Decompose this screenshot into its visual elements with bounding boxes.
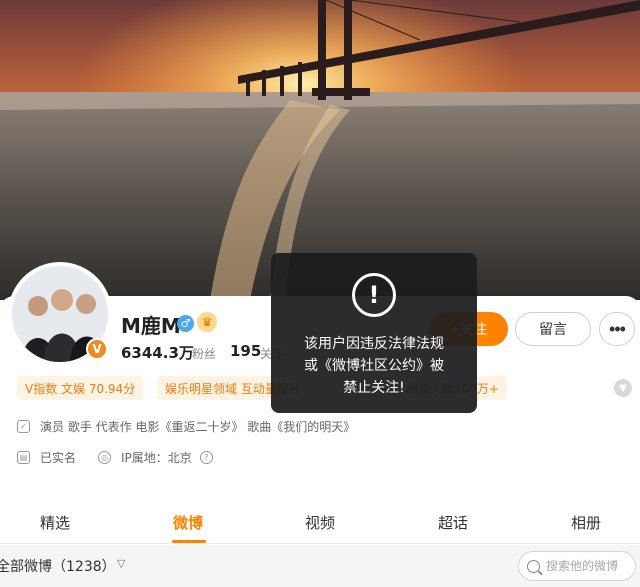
followers-count[interactable]: 6344.3万 bbox=[121, 342, 194, 363]
identity-row: ▤ 已实名 ◎ IP属地：北京 ? bbox=[17, 449, 223, 466]
warning-icon: ! bbox=[352, 273, 396, 317]
tab-super-topic[interactable]: 超话 bbox=[438, 512, 468, 533]
tag-v-index[interactable]: V指数 文娱 70.94分 bbox=[17, 376, 144, 400]
real-name-text: 已实名 bbox=[40, 451, 77, 465]
notice-line-2: 或《微博社区公约》被 bbox=[304, 358, 444, 374]
notice-line-1: 该用户因违反法律法规 bbox=[304, 336, 444, 352]
bio-row: ✓ 演员 歌手 代表作 电影《重返二十岁》 歌曲《我们的明天》 bbox=[17, 418, 355, 435]
notice-line-3: 禁止关注! bbox=[343, 380, 405, 396]
profile-tabs: 精选 微博 视频 超话 相册 bbox=[0, 498, 640, 544]
chevron-down-icon[interactable]: ▽ bbox=[117, 557, 125, 570]
search-input[interactable] bbox=[546, 559, 636, 573]
location-icon: ◎ bbox=[98, 451, 112, 464]
active-tab-indicator bbox=[172, 540, 206, 543]
profile-name: M鹿M bbox=[121, 314, 181, 338]
male-icon: ♂ bbox=[177, 315, 194, 332]
more-button[interactable]: ••• bbox=[599, 312, 635, 346]
shield-icon: ✓ bbox=[17, 420, 30, 433]
id-card-icon: ▤ bbox=[17, 451, 30, 464]
ban-notice-toast: ! 该用户因违反法律法规 或《微博社区公约》被 禁止关注! bbox=[271, 253, 477, 413]
filter-bar: 全部微博（1238） ▽ bbox=[0, 545, 640, 587]
tab-featured[interactable]: 精选 bbox=[40, 512, 70, 533]
ip-location-text: IP属地：北京 bbox=[121, 451, 192, 465]
followers-label[interactable]: 粉丝 bbox=[192, 345, 216, 362]
message-button[interactable]: 留言 bbox=[515, 312, 591, 346]
bio-text: 演员 歌手 代表作 电影《重返二十岁》 歌曲《我们的明天》 bbox=[40, 420, 356, 434]
crown-icon[interactable]: ♛ bbox=[197, 312, 217, 332]
search-box[interactable] bbox=[518, 551, 636, 581]
help-icon[interactable]: ? bbox=[199, 451, 213, 464]
chevron-down-icon[interactable]: ▼ bbox=[614, 379, 632, 397]
tab-weibo[interactable]: 微博 bbox=[173, 512, 203, 533]
verified-badge: V bbox=[86, 338, 108, 360]
search-icon bbox=[527, 559, 540, 573]
filter-dropdown[interactable]: 全部微博（1238） bbox=[0, 556, 116, 576]
following-count[interactable]: 195 bbox=[230, 342, 261, 360]
tab-video[interactable]: 视频 bbox=[305, 512, 335, 533]
tab-album[interactable]: 相册 bbox=[571, 512, 601, 533]
